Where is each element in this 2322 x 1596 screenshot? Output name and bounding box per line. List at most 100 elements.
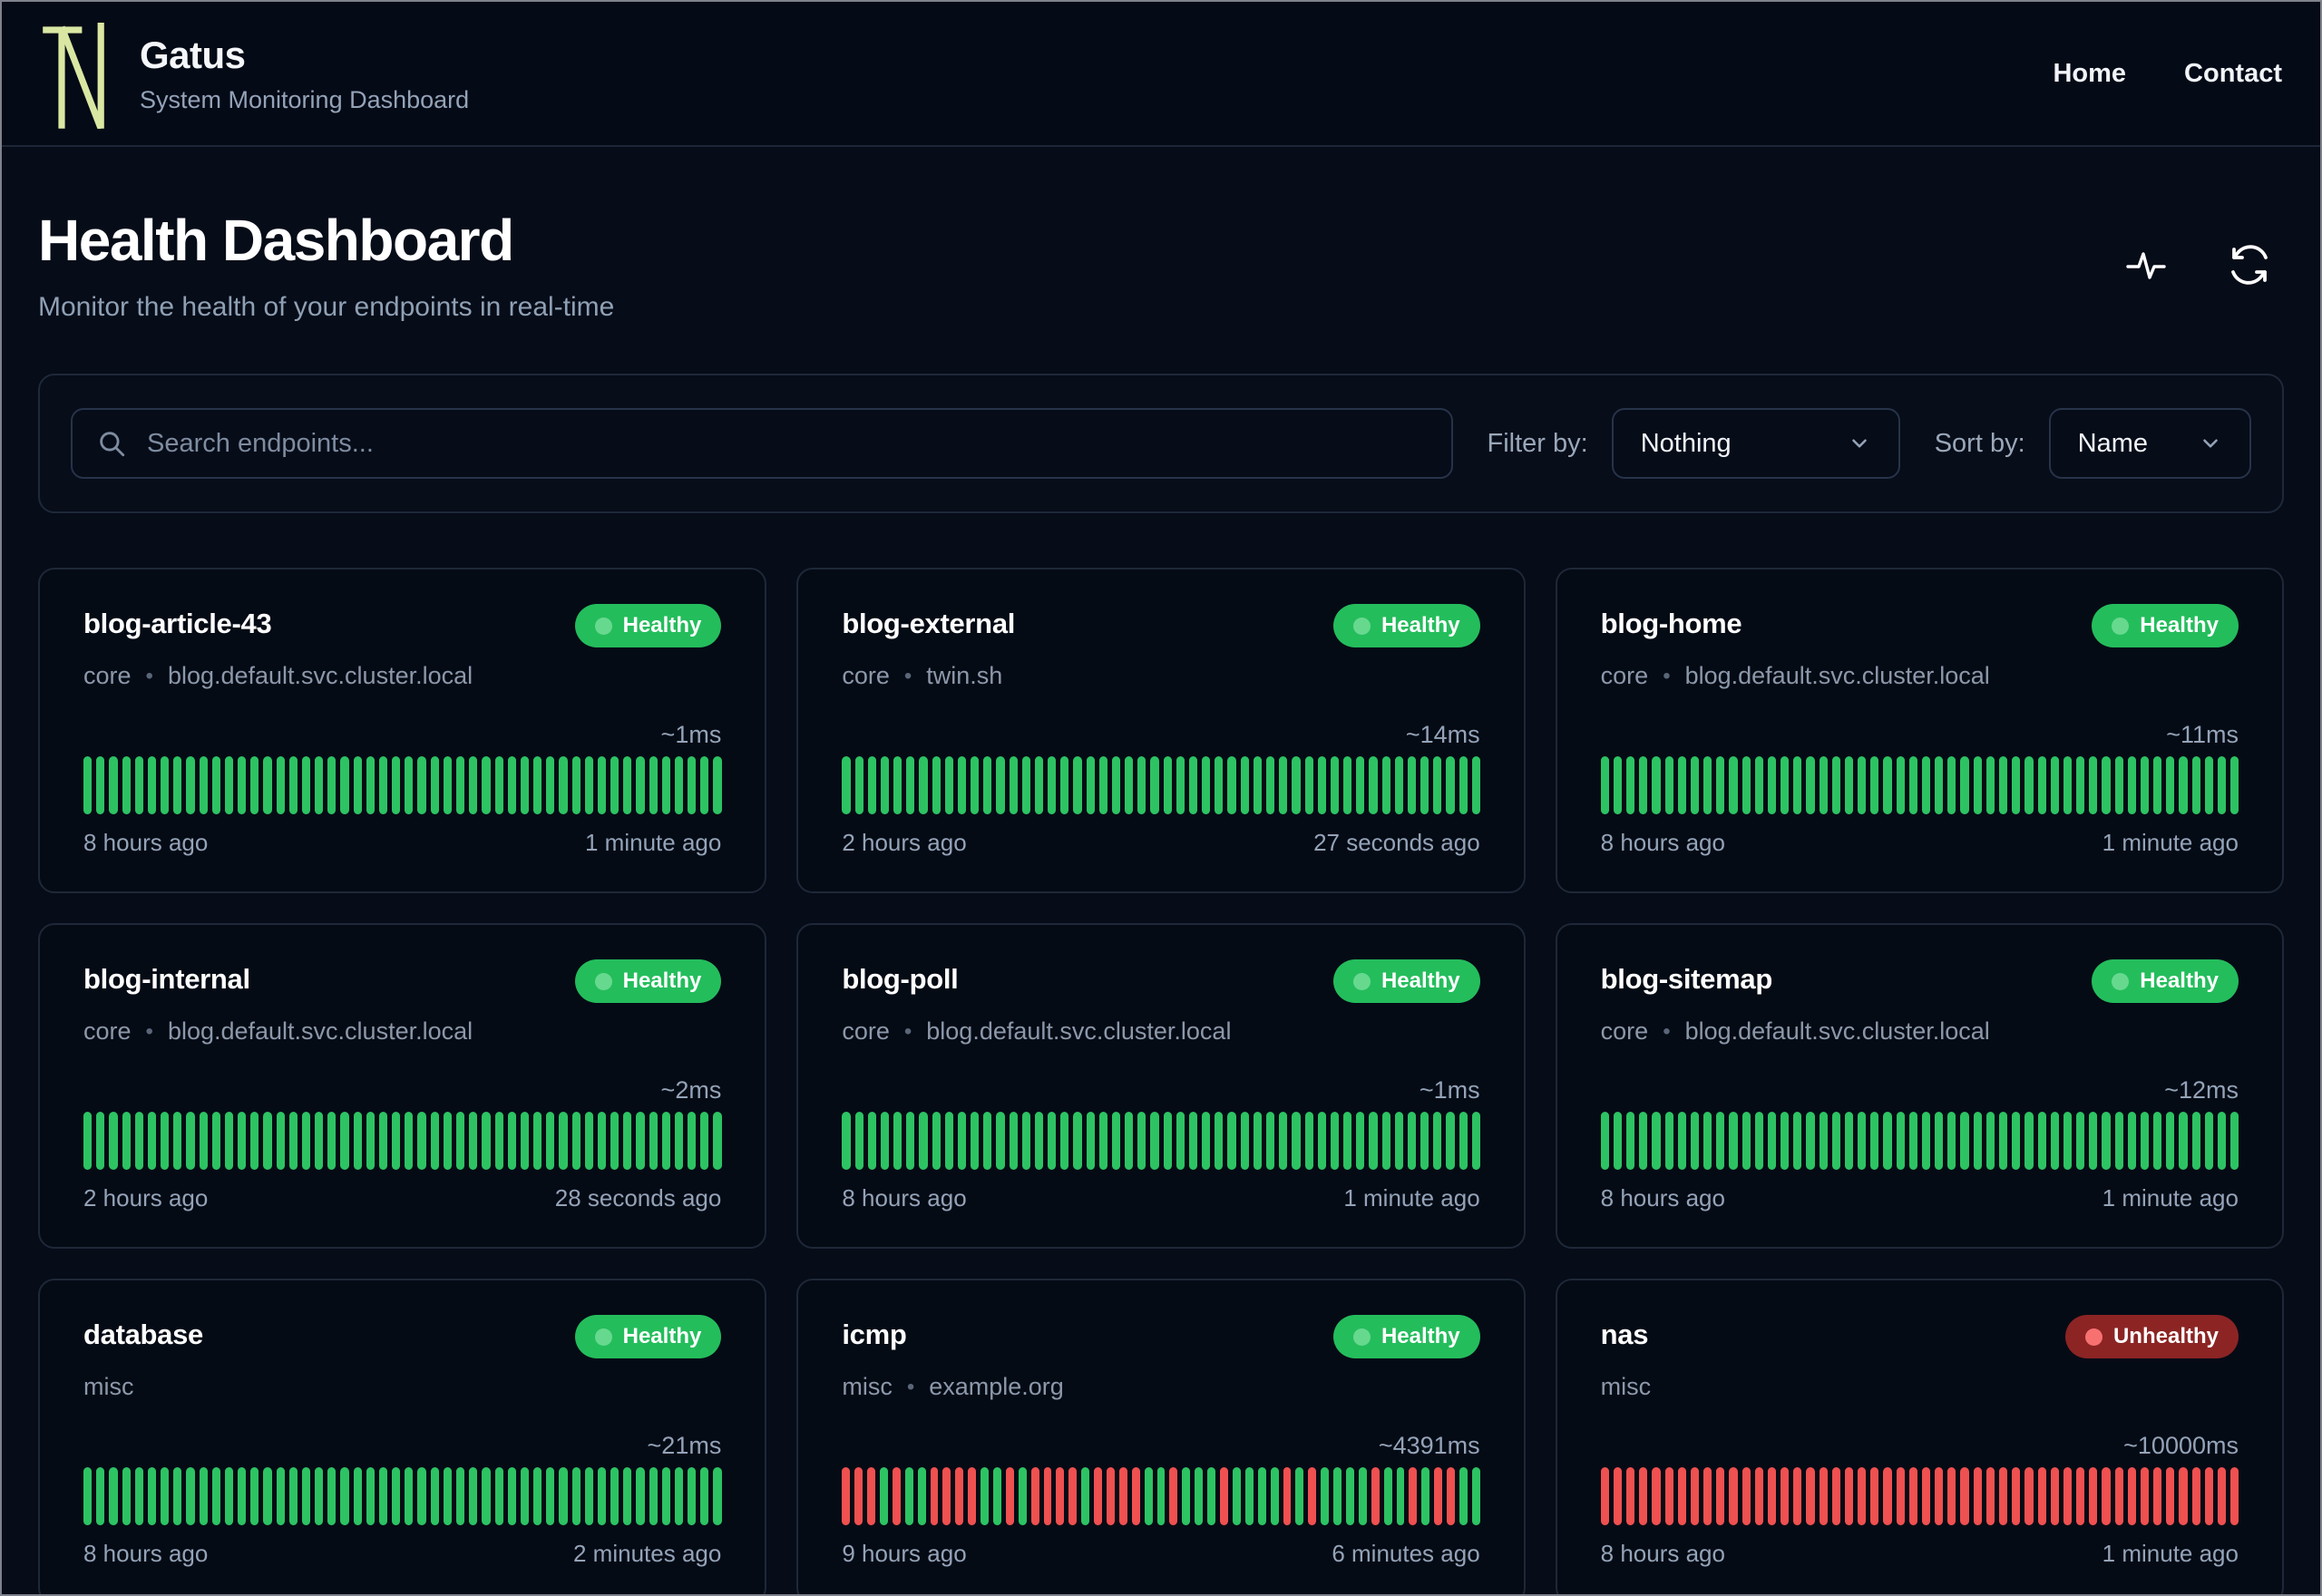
uptime-bar-up	[713, 1112, 722, 1170]
uptime-bar-up	[1896, 1112, 1905, 1170]
time-range-end: 1 minute ago	[2102, 829, 2239, 856]
nav-contact-link[interactable]: Contact	[2184, 59, 2282, 89]
time-range: 8 hours ago 2 minutes ago	[83, 1540, 721, 1568]
status-badge: Healthy	[1332, 1315, 1480, 1358]
time-range-start: 2 hours ago	[83, 1184, 209, 1212]
uptime-bar-up	[122, 1112, 131, 1170]
status-dot-icon	[594, 617, 612, 635]
uptime-bar-up	[546, 1112, 555, 1170]
uptime-bar-up	[1034, 756, 1044, 814]
uptime-bar-up	[2217, 1112, 2227, 1170]
uptime-bar-down	[1947, 1467, 1956, 1525]
uptime-bar-up	[1935, 1112, 1944, 1170]
uptime-bar-up	[971, 1112, 980, 1170]
uptime-bar-up	[520, 1467, 530, 1525]
endpoint-name: database	[83, 1319, 203, 1350]
uptime-bar-down	[1371, 1467, 1380, 1525]
uptime-bar-up	[2024, 756, 2034, 814]
uptime-bar-up	[688, 756, 697, 814]
search-input[interactable]	[147, 428, 1428, 459]
uptime-bar-down	[1639, 1467, 1648, 1525]
endpoint-card[interactable]: database Healthy misc ~21ms 8 hours ago …	[38, 1279, 767, 1594]
uptime-bar-up	[1806, 756, 1815, 814]
uptime-bar-up	[584, 1467, 593, 1525]
uptime-bar-up	[2153, 1112, 2162, 1170]
uptime-bar-up	[1111, 1112, 1121, 1170]
uptime-bar-up	[546, 1467, 555, 1525]
page-title: Health Dashboard	[38, 208, 514, 273]
uptime-bar-up	[1369, 1112, 1378, 1170]
time-range-start: 8 hours ago	[83, 829, 209, 856]
uptime-bar-up	[1343, 756, 1352, 814]
status-dot-icon	[1352, 617, 1371, 635]
uptime-bar-up	[1998, 1112, 2008, 1170]
uptime-bar-up	[1330, 756, 1340, 814]
uptime-bar-up	[842, 756, 851, 814]
uptime-bar-up	[1048, 1112, 1057, 1170]
endpoint-card[interactable]: icmp Healthy misc • example.org ~4391ms …	[796, 1279, 1526, 1594]
endpoint-card[interactable]: blog-article-43 Healthy core • blog.defa…	[38, 568, 767, 893]
uptime-bar-down	[1169, 1467, 1178, 1525]
uptime-bar-up	[1716, 1112, 1725, 1170]
latency-value: ~4391ms	[1378, 1432, 1480, 1459]
time-range: 8 hours ago 1 minute ago	[83, 829, 721, 857]
uptime-bar-up	[1150, 756, 1159, 814]
controls-panel: Filter by: Nothing Sort by: Name	[38, 374, 2284, 513]
status-badge: Unhealthy	[2064, 1315, 2239, 1358]
uptime-bar-down	[1998, 1467, 2008, 1525]
sort-select[interactable]: Name	[2048, 408, 2251, 479]
uptime-bar-up	[147, 1112, 157, 1170]
uptime-bar-down	[2102, 1467, 2111, 1525]
uptime-bar-up	[482, 1467, 491, 1525]
endpoint-host: example.org	[929, 1373, 1064, 1400]
endpoint-card[interactable]: nas Unhealthy misc ~10000ms 8 hours ago …	[1555, 1279, 2284, 1594]
uptime-bar-up	[417, 1467, 426, 1525]
uptime-bar-up	[353, 756, 362, 814]
uptime-bar-up	[405, 1112, 414, 1170]
filter-select[interactable]: Nothing	[1611, 408, 1900, 479]
endpoint-group: core	[1600, 1017, 1649, 1045]
uptime-bar-up	[1639, 756, 1648, 814]
uptime-bar-up	[288, 1112, 298, 1170]
uptime-bar-up	[688, 1467, 697, 1525]
uptime-bar-up	[2076, 1112, 2085, 1170]
uptime-bar-up	[1396, 1467, 1405, 1525]
uptime-bar-down	[1308, 1467, 1317, 1525]
uptime-bar-up	[1626, 756, 1635, 814]
uptime-bar-up	[1081, 1467, 1090, 1525]
uptime-bar-up	[430, 1467, 439, 1525]
refresh-icon[interactable]	[2228, 243, 2271, 287]
uptime-bar-up	[1018, 1467, 1027, 1525]
search-box[interactable]	[71, 408, 1453, 479]
status-badge: Healthy	[574, 959, 722, 1003]
nav-home-link[interactable]: Home	[2053, 59, 2126, 89]
uptime-bar-up	[2127, 756, 2136, 814]
endpoint-host: blog.default.svc.cluster.local	[926, 1017, 1232, 1045]
uptime-bars	[842, 756, 1480, 814]
status-badge-label: Healthy	[1381, 968, 1460, 993]
uptime-bar-down	[1767, 1467, 1777, 1525]
endpoint-card[interactable]: blog-sitemap Healthy core • blog.default…	[1555, 923, 2284, 1249]
activity-icon[interactable]	[2124, 243, 2168, 287]
endpoint-card[interactable]: blog-external Healthy core • twin.sh ~14…	[796, 568, 1526, 893]
uptime-bar-up	[1163, 756, 1172, 814]
status-badge-label: Unhealthy	[2112, 1324, 2219, 1348]
uptime-bar-up	[700, 1467, 709, 1525]
time-range-end: 28 seconds ago	[554, 1184, 722, 1212]
uptime-bar-up	[494, 756, 503, 814]
uptime-bar-up	[1098, 1112, 1107, 1170]
uptime-bar-up	[1858, 1112, 1867, 1170]
uptime-bar-down	[1056, 1467, 1065, 1525]
uptime-bar-up	[584, 756, 593, 814]
uptime-bar-up	[1690, 1112, 1700, 1170]
uptime-bar-up	[1048, 756, 1057, 814]
brand[interactable]: Gatus System Monitoring Dashboard	[40, 18, 469, 129]
filter-by-label: Filter by:	[1487, 428, 1588, 458]
uptime-bar-up	[2166, 756, 2175, 814]
uptime-bar-up	[623, 756, 632, 814]
endpoint-card[interactable]: blog-home Healthy core • blog.default.sv…	[1555, 568, 2284, 893]
uptime-bar-up	[2037, 1112, 2046, 1170]
endpoint-card[interactable]: blog-poll Healthy core • blog.default.sv…	[796, 923, 1526, 1249]
endpoint-card[interactable]: blog-internal Healthy core • blog.defaul…	[38, 923, 767, 1249]
uptime-bar-up	[1407, 756, 1417, 814]
